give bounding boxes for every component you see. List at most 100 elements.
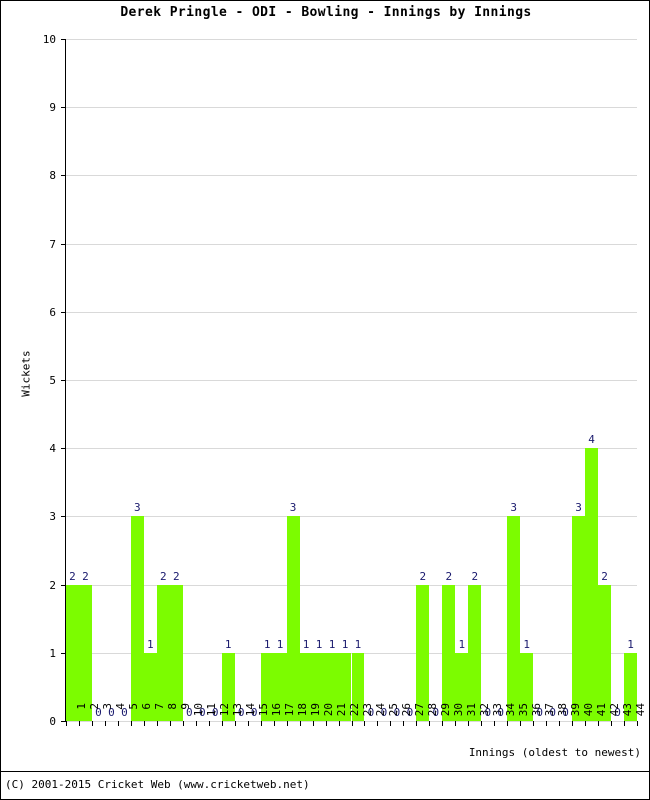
bar xyxy=(156,584,170,721)
y-tick-label: 8 xyxy=(49,169,56,183)
x-tick-label: 19 xyxy=(309,703,323,717)
y-tick-mark xyxy=(61,175,66,177)
x-tick-label: 17 xyxy=(283,703,297,717)
footer-copyright: (C) 2001-2015 Cricket Web (www.cricketwe… xyxy=(5,778,310,791)
gridline xyxy=(66,584,637,586)
y-tick-label: 10 xyxy=(42,33,56,46)
x-tick-label: 11 xyxy=(205,703,219,717)
bar xyxy=(598,584,612,721)
bar-value-label: 1 xyxy=(354,637,362,651)
gridline xyxy=(66,448,637,450)
y-tick-label: 5 xyxy=(49,374,56,387)
x-tick-label: 34 xyxy=(503,703,517,717)
bar-value-label: 2 xyxy=(601,569,608,583)
bar-value-label: 2 xyxy=(82,569,89,583)
y-tick-label: 9 xyxy=(49,101,56,115)
x-tick-label: 5 xyxy=(127,703,141,710)
y-axis-label: Wickets xyxy=(19,350,33,397)
x-tick-label: 32 xyxy=(477,703,491,717)
x-tick-label: 27 xyxy=(412,703,426,717)
gridline xyxy=(66,107,637,109)
x-tick-label: 35 xyxy=(516,703,530,717)
x-tick-label: 7 xyxy=(153,703,167,710)
x-tick-label: 38 xyxy=(555,703,569,717)
gridline xyxy=(66,39,637,40)
x-tick-label: 8 xyxy=(166,703,180,710)
x-tick-label: 12 xyxy=(218,703,232,717)
x-tick-label: 16 xyxy=(270,703,284,717)
y-tick-mark xyxy=(61,311,66,313)
bar-value-label: 3 xyxy=(510,501,518,515)
bar-value-label: 2 xyxy=(172,569,180,583)
bar xyxy=(130,516,144,721)
y-tick-mark xyxy=(61,243,66,245)
bar-value-label: 2 xyxy=(419,569,427,583)
x-tick-label: 36 xyxy=(529,703,543,717)
x-tick-label: 10 xyxy=(192,703,206,717)
plot-area: 0 1 2 3 4 5 6 7 8 9 10 220003122000100113111110000… xyxy=(43,34,647,727)
y-tick-mark xyxy=(61,448,66,450)
bar xyxy=(585,448,599,721)
bar xyxy=(66,584,79,721)
x-tick-label: 28 xyxy=(425,703,439,717)
x-tick-label: 4 xyxy=(114,703,128,710)
bar xyxy=(507,516,521,721)
bar-value-label: 1 xyxy=(224,637,232,651)
x-tick-label: 42 xyxy=(607,703,621,717)
bar xyxy=(572,516,586,721)
x-tick-label: 24 xyxy=(373,703,387,717)
x-tick-label: 31 xyxy=(464,703,478,717)
x-tick-label: 41 xyxy=(594,703,608,717)
y-tick-mark xyxy=(61,39,66,40)
bar-value-label: 3 xyxy=(134,501,141,515)
bar xyxy=(416,584,430,721)
gridline xyxy=(66,243,637,245)
x-tick-label: 18 xyxy=(296,703,310,717)
gridline xyxy=(66,516,637,518)
gridline xyxy=(66,380,637,381)
y-tick-label: 7 xyxy=(49,237,56,251)
bar-value-label: 1 xyxy=(627,637,634,651)
y-tick-mark xyxy=(61,516,66,518)
x-tick-mark xyxy=(66,721,67,726)
bar-value-label: 3 xyxy=(289,501,297,515)
bar xyxy=(468,584,482,721)
x-tick-label: 13 xyxy=(231,703,245,717)
x-tick-label: 33 xyxy=(490,703,504,717)
bar xyxy=(78,584,92,721)
x-tick-label: 22 xyxy=(348,703,361,717)
x-tick-label: 20 xyxy=(322,703,336,717)
gridline xyxy=(66,311,637,313)
x-tick-label: 39 xyxy=(568,703,582,717)
x-tick-label: 23 xyxy=(360,703,374,717)
bar-value-label: 2 xyxy=(445,569,453,583)
y-tick-label: 1 xyxy=(49,646,56,660)
x-tick-label: 6 xyxy=(140,703,154,710)
x-tick-label: 26 xyxy=(399,703,413,717)
footer-divider xyxy=(1,771,649,772)
x-tick-label: 29 xyxy=(438,703,452,717)
bar-value-label: 4 xyxy=(588,433,595,447)
chart-page: Derek Pringle - ODI - Bowling - Innings … xyxy=(0,0,650,800)
x-axis-label: Innings (oldest to newest) xyxy=(468,746,641,759)
x-tick-label: 3 xyxy=(101,703,115,710)
bar-value-label: 2 xyxy=(471,569,479,583)
chart-title: Derek Pringle - ODI - Bowling - Innings … xyxy=(120,5,532,20)
x-tick-label: 1 xyxy=(75,703,89,710)
y-tick-label: 0 xyxy=(49,715,56,728)
y-tick-label: 6 xyxy=(49,305,56,319)
x-tick-label: 37 xyxy=(542,703,556,717)
x-tick-label: 44 xyxy=(633,703,647,717)
gridline xyxy=(66,175,637,177)
x-tick-label: 30 xyxy=(451,703,465,717)
x-tick-label: 21 xyxy=(335,703,349,717)
bar xyxy=(442,584,456,721)
y-tick-mark xyxy=(61,380,66,381)
x-tick-label: 40 xyxy=(581,703,595,717)
y-tick-mark xyxy=(61,107,66,109)
bar xyxy=(169,584,183,721)
x-tick-label: 43 xyxy=(620,703,634,717)
x-tick-label: 14 xyxy=(244,703,258,717)
x-tick-label: 15 xyxy=(257,703,271,717)
x-tick-label: 2 xyxy=(88,703,102,710)
